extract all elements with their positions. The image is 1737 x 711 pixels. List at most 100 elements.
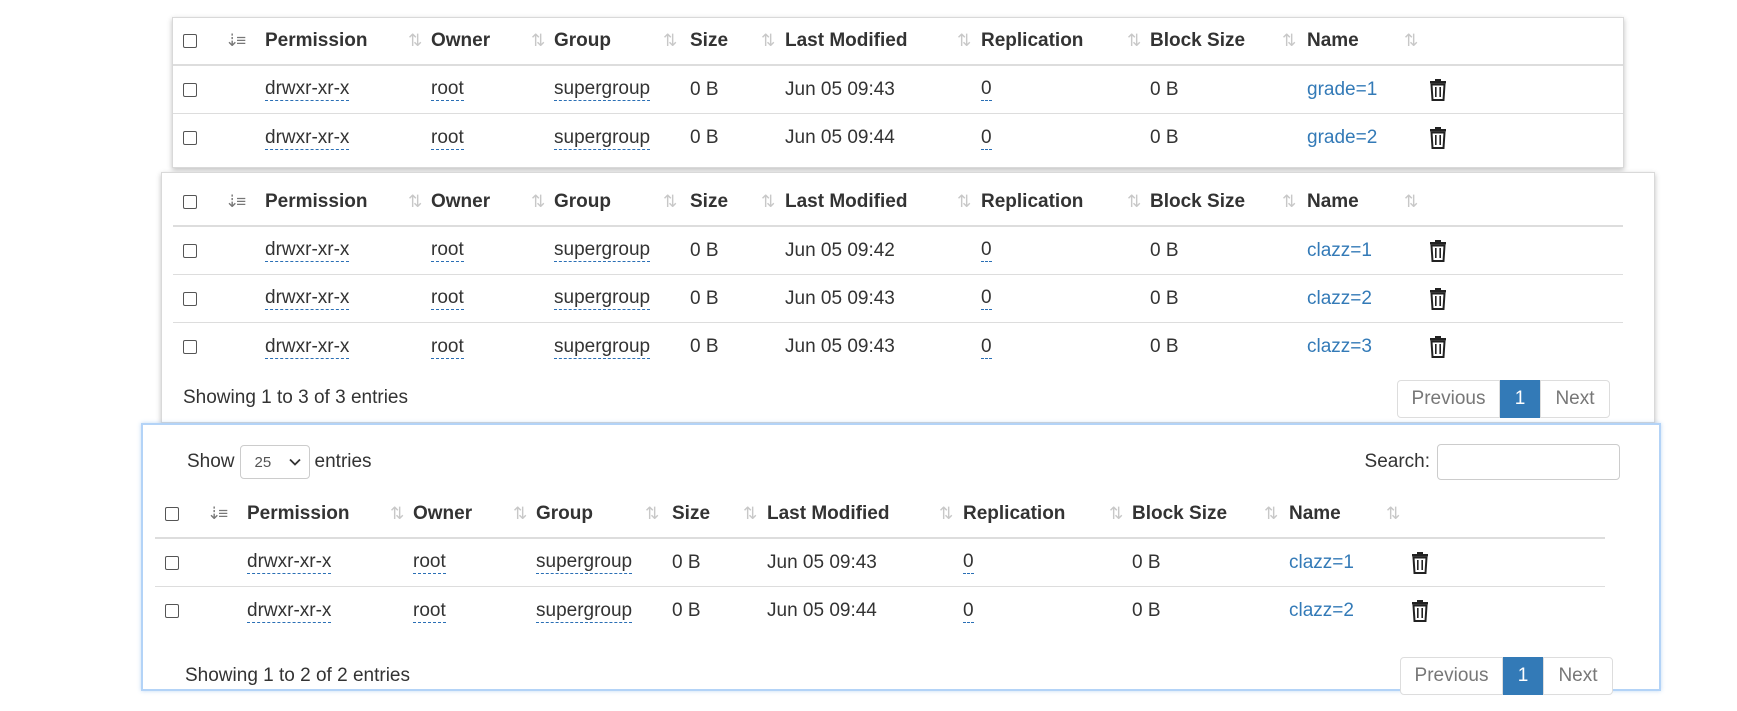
column-header-name[interactable]: Name: [1307, 179, 1359, 225]
owner-value[interactable]: root: [431, 239, 464, 262]
select-all-checkbox[interactable]: [165, 491, 179, 537]
replication-cell[interactable]: 0: [963, 539, 974, 586]
name-link[interactable]: clazz=3: [1307, 323, 1372, 371]
group-value[interactable]: supergroup: [554, 287, 651, 310]
replication-value[interactable]: 0: [963, 551, 974, 574]
group-cell[interactable]: supergroup: [536, 587, 633, 635]
column-header-name[interactable]: Name: [1307, 18, 1359, 64]
sort-amount-down-icon[interactable]: ⇣≡: [225, 179, 246, 225]
permission-value[interactable]: drwxr-xr-x: [247, 600, 332, 623]
group-cell[interactable]: supergroup: [554, 323, 651, 371]
group-value[interactable]: supergroup: [554, 336, 651, 359]
column-header-replication[interactable]: Replication: [981, 18, 1083, 64]
page-1-button[interactable]: 1: [1503, 657, 1543, 695]
sort-both-icon[interactable]: ⇅: [513, 491, 527, 537]
sort-both-icon[interactable]: ⇅: [1264, 491, 1278, 537]
entries-per-page-select[interactable]: 25: [239, 445, 310, 479]
replication-cell[interactable]: 0: [963, 587, 974, 635]
trash-icon[interactable]: [1427, 275, 1449, 322]
group-cell[interactable]: supergroup: [554, 227, 651, 274]
sort-both-icon[interactable]: ⇅: [663, 179, 677, 225]
next-page-button[interactable]: Next: [1540, 380, 1610, 418]
trash-icon[interactable]: [1427, 114, 1449, 162]
owner-cell[interactable]: root: [431, 227, 464, 274]
column-header-name[interactable]: Name: [1289, 491, 1341, 537]
column-header-replication[interactable]: Replication: [963, 491, 1065, 537]
name-link[interactable]: grade=2: [1307, 114, 1377, 162]
sort-both-icon[interactable]: ⇅: [743, 491, 757, 537]
sort-both-icon[interactable]: ⇅: [761, 179, 775, 225]
group-cell[interactable]: supergroup: [536, 539, 633, 586]
row-checkbox[interactable]: [165, 587, 179, 635]
name-link[interactable]: clazz=1: [1307, 227, 1372, 274]
row-checkbox[interactable]: [165, 539, 179, 586]
owner-cell[interactable]: root: [413, 587, 446, 635]
column-header-last-modified[interactable]: Last Modified: [767, 491, 889, 537]
group-value[interactable]: supergroup: [536, 600, 633, 623]
column-header-replication[interactable]: Replication: [981, 179, 1083, 225]
name-link[interactable]: clazz=1: [1289, 539, 1354, 586]
trash-icon[interactable]: [1409, 587, 1431, 635]
sort-both-icon[interactable]: ⇅: [1404, 179, 1418, 225]
replication-cell[interactable]: 0: [981, 66, 992, 113]
permission-cell[interactable]: drwxr-xr-x: [265, 114, 350, 162]
select-all-checkbox[interactable]: [183, 179, 197, 225]
replication-value[interactable]: 0: [981, 78, 992, 101]
owner-value[interactable]: root: [413, 600, 446, 623]
replication-cell[interactable]: 0: [981, 114, 992, 162]
replication-cell[interactable]: 0: [981, 275, 992, 322]
sort-both-icon[interactable]: ⇅: [408, 18, 422, 64]
column-header-owner[interactable]: Owner: [431, 179, 490, 225]
column-header-block-size[interactable]: Block Size: [1150, 18, 1245, 64]
column-header-last-modified[interactable]: Last Modified: [785, 179, 907, 225]
sort-amount-down-icon[interactable]: ⇣≡: [225, 18, 246, 64]
replication-value[interactable]: 0: [981, 127, 992, 150]
name-link[interactable]: clazz=2: [1289, 587, 1354, 635]
previous-page-button[interactable]: Previous: [1397, 380, 1500, 418]
column-header-permission[interactable]: Permission: [247, 491, 349, 537]
column-header-size[interactable]: Size: [690, 179, 728, 225]
page-1-button[interactable]: 1: [1500, 380, 1540, 418]
trash-icon[interactable]: [1427, 66, 1449, 113]
sort-both-icon[interactable]: ⇅: [645, 491, 659, 537]
sort-both-icon[interactable]: ⇅: [957, 18, 971, 64]
permission-cell[interactable]: drwxr-xr-x: [265, 323, 350, 371]
sort-both-icon[interactable]: ⇅: [939, 491, 953, 537]
replication-value[interactable]: 0: [981, 239, 992, 262]
replication-cell[interactable]: 0: [981, 323, 992, 371]
group-cell[interactable]: supergroup: [554, 114, 651, 162]
permission-cell[interactable]: drwxr-xr-x: [247, 587, 332, 635]
column-header-last-modified[interactable]: Last Modified: [785, 18, 907, 64]
permission-cell[interactable]: drwxr-xr-x: [265, 227, 350, 274]
permission-cell[interactable]: drwxr-xr-x: [247, 539, 332, 586]
sort-both-icon[interactable]: ⇅: [957, 179, 971, 225]
permission-value[interactable]: drwxr-xr-x: [265, 239, 350, 262]
permission-cell[interactable]: drwxr-xr-x: [265, 275, 350, 322]
sort-both-icon[interactable]: ⇅: [1404, 18, 1418, 64]
column-header-permission[interactable]: Permission: [265, 18, 367, 64]
column-header-owner[interactable]: Owner: [431, 18, 490, 64]
sort-both-icon[interactable]: ⇅: [1109, 491, 1123, 537]
group-value[interactable]: supergroup: [554, 127, 651, 150]
column-header-group[interactable]: Group: [536, 491, 593, 537]
owner-value[interactable]: root: [431, 287, 464, 310]
owner-cell[interactable]: root: [431, 275, 464, 322]
owner-cell[interactable]: root: [413, 539, 446, 586]
column-header-group[interactable]: Group: [554, 18, 611, 64]
replication-value[interactable]: 0: [963, 600, 974, 623]
column-header-size[interactable]: Size: [690, 18, 728, 64]
permission-value[interactable]: drwxr-xr-x: [265, 127, 350, 150]
sort-both-icon[interactable]: ⇅: [663, 18, 677, 64]
group-cell[interactable]: supergroup: [554, 275, 651, 322]
permission-value[interactable]: drwxr-xr-x: [247, 551, 332, 574]
row-checkbox[interactable]: [183, 323, 197, 371]
owner-value[interactable]: root: [431, 127, 464, 150]
sort-both-icon[interactable]: ⇅: [1386, 491, 1400, 537]
sort-both-icon[interactable]: ⇅: [1282, 179, 1296, 225]
column-header-owner[interactable]: Owner: [413, 491, 472, 537]
replication-value[interactable]: 0: [981, 287, 992, 310]
trash-icon[interactable]: [1427, 323, 1449, 371]
group-value[interactable]: supergroup: [536, 551, 633, 574]
row-checkbox[interactable]: [183, 66, 197, 113]
sort-both-icon[interactable]: ⇅: [761, 18, 775, 64]
